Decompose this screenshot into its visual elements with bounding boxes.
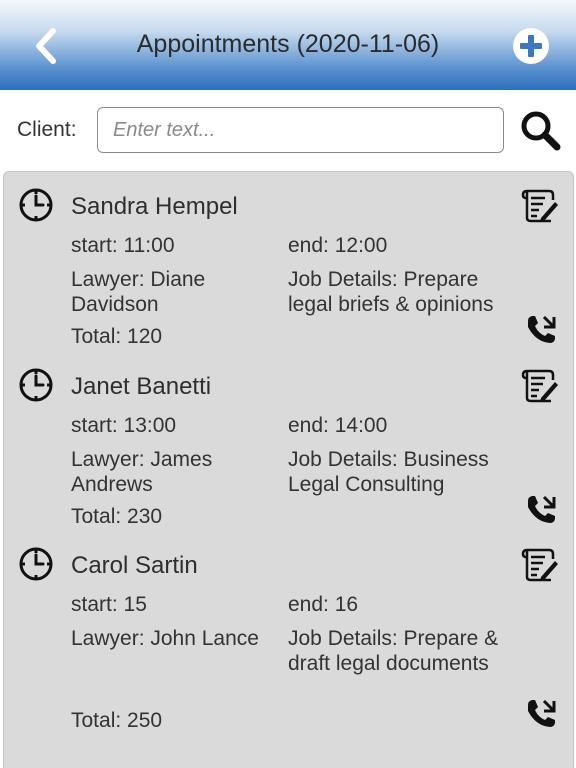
start-time: start: 15 xyxy=(71,593,147,616)
chevron-left-icon xyxy=(36,28,56,64)
end-time: end: 12:00 xyxy=(288,234,388,257)
job-details: Job Details: Prepare legal briefs & opin… xyxy=(288,268,494,316)
lawyer-name: Lawyer: John Lance xyxy=(71,627,259,650)
add-appointment-button[interactable] xyxy=(513,28,549,64)
client-name: Sandra Hempel xyxy=(71,193,238,220)
client-label: Client: xyxy=(17,118,77,141)
search-button[interactable] xyxy=(518,108,562,152)
client-search-input[interactable] xyxy=(97,107,504,153)
client-name: Janet Banetti xyxy=(71,373,212,400)
total-amount: Total: 230 xyxy=(71,505,163,528)
job-details: Job Details: Business Legal Consulting xyxy=(288,448,489,496)
job-details: Job Details: Prepare & draft legal docum… xyxy=(288,627,499,675)
edit-note-icon[interactable] xyxy=(521,368,559,404)
lawyer-name: Lawyer: James Andrews xyxy=(71,448,213,496)
start-time: start: 13:00 xyxy=(71,414,177,437)
clock-icon xyxy=(19,368,53,402)
total-amount: Total: 250 xyxy=(71,709,163,732)
edit-note-icon[interactable] xyxy=(521,547,559,583)
clock-icon xyxy=(19,188,53,222)
end-time: end: 14:00 xyxy=(288,414,388,437)
edit-note-icon[interactable] xyxy=(521,188,559,224)
start-time: start: 11:00 xyxy=(71,234,175,257)
back-button[interactable] xyxy=(28,26,64,66)
client-name: Carol Sartin xyxy=(71,552,198,579)
search-icon xyxy=(521,111,561,151)
end-time: end: 16 xyxy=(288,593,359,616)
page-title: Appointments (2020-11-06) xyxy=(136,30,440,58)
app-header: Appointments (2020-11-06) xyxy=(0,0,576,90)
phone-call-icon[interactable] xyxy=(524,493,558,527)
clock-icon xyxy=(19,547,53,581)
appointment-list: Sandra Hempel start: 11:00 end: 12:00 La… xyxy=(3,171,574,768)
phone-call-icon[interactable] xyxy=(524,313,558,347)
phone-call-icon[interactable] xyxy=(524,697,558,731)
lawyer-name: Lawyer: Diane Davidson xyxy=(71,268,206,316)
total-amount: Total: 120 xyxy=(71,325,163,348)
plus-circle-icon xyxy=(520,35,542,57)
